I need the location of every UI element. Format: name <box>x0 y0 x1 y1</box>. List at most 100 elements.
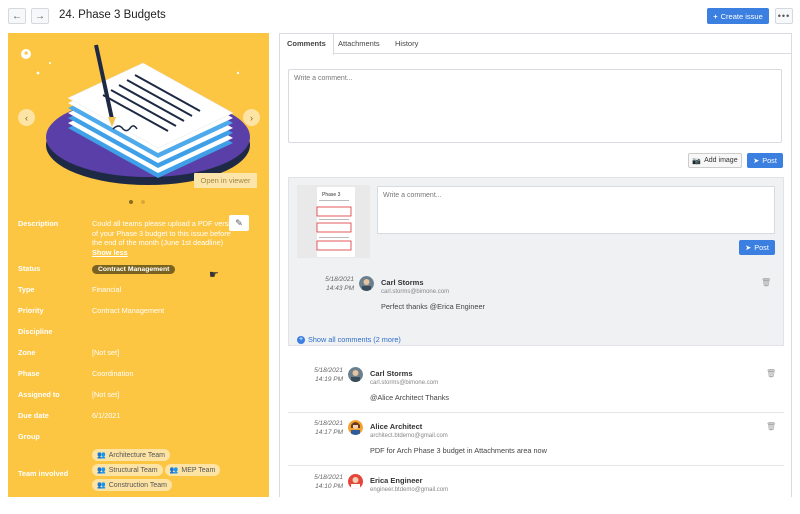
team-tag[interactable]: 👥 Architecture Team <box>92 449 171 461</box>
reply-post-button[interactable]: ➤ Post <box>739 240 775 255</box>
team-tags: 👥 Architecture Team 👥 Structural Team 👥 MEP… <box>92 449 252 494</box>
post-button[interactable]: ➤ Post <box>747 153 783 168</box>
due-date-value[interactable]: 6/1/2021 <box>92 411 120 420</box>
create-issue-button[interactable]: + Create issue <box>707 8 769 24</box>
hand-cursor-icon: ☛ <box>209 269 219 281</box>
divider <box>288 465 784 466</box>
comment-date: 5/18/2021 14:43 PM <box>299 276 354 293</box>
open-in-viewer-button[interactable]: Open in viewer <box>194 173 257 188</box>
comment-date-text: 5/18/2021 <box>314 420 343 427</box>
comment-time-text: 14:43 PM <box>326 284 354 292</box>
comment-item: 5/18/2021 14:19 PM Carl Storms carl.stor… <box>288 367 778 407</box>
status-value[interactable]: Contract Management <box>92 264 176 274</box>
comment-date: 5/18/2021 14:10 PM <box>288 474 343 491</box>
carousel-dots <box>129 200 145 204</box>
phase-label: Phase <box>18 369 40 378</box>
post-label: Post <box>754 243 769 252</box>
assigned-label: Assigned to <box>18 390 60 399</box>
page-title: 24. Phase 3 Budgets <box>59 9 166 21</box>
comment-email: carl.storms@bimone.com <box>381 289 450 295</box>
team-tag[interactable]: 👥 Construction Team <box>92 479 172 491</box>
description-value: Could all teams please upload a PDF vers… <box>92 219 242 257</box>
add-image-button[interactable]: 📷 Add image <box>688 153 742 168</box>
activity-tabs: Comments Attachments History <box>280 34 791 55</box>
trash-icon[interactable]: 🗑 <box>766 369 776 378</box>
description-text: Could all teams please upload a PDF vers… <box>92 219 242 248</box>
comment-thread: Phase 3 Write a comment... ➤ Post 5/18/2… <box>288 177 784 346</box>
team-tag[interactable]: 👥 Structural Team <box>92 464 163 476</box>
team-tag-label: Structural Team <box>108 466 158 474</box>
users-icon: 👥 <box>169 467 179 474</box>
comment-date-text: 5/18/2021 <box>325 276 354 283</box>
comment-date: 5/18/2021 14:19 PM <box>288 367 343 384</box>
priority-label: Priority <box>18 306 44 315</box>
carousel-prev-button[interactable]: ‹ <box>18 109 35 126</box>
phase-value[interactable]: Coordination <box>92 369 133 378</box>
team-tag-label: MEP Team <box>181 466 216 474</box>
show-less-link[interactable]: Show less <box>92 248 242 258</box>
comment-input[interactable]: Write a comment... <box>288 69 782 143</box>
plus-circle-icon: + <box>297 335 305 344</box>
create-issue-label: Create issue <box>720 11 763 21</box>
comment-text: PDF for Arch Phase 3 budget in Attachmen… <box>370 446 547 455</box>
carousel-next-button[interactable]: › <box>243 109 260 126</box>
send-icon: ➤ <box>745 243 752 252</box>
team-tag-label: Construction Team <box>108 481 167 489</box>
tab-attachments[interactable]: Attachments <box>331 34 387 54</box>
zone-value[interactable]: [Not set] <box>92 348 119 357</box>
comment-text: @Alice Architect Thanks <box>370 393 450 402</box>
comment-author: Erica Engineer <box>370 476 423 485</box>
group-label: Group <box>18 432 40 441</box>
users-icon: 👥 <box>97 482 106 489</box>
comment-date-text: 5/18/2021 <box>314 367 343 374</box>
arrow-right-icon: → <box>35 10 45 22</box>
send-icon: ➤ <box>753 156 760 165</box>
carousel-dot-active[interactable] <box>129 200 133 204</box>
users-icon: 👥 <box>97 467 106 474</box>
assigned-value[interactable]: [Not set] <box>92 390 119 399</box>
trash-icon[interactable]: 🗑 <box>761 278 771 287</box>
issue-image-preview: ■ ‹ › Open in viewer <box>8 33 269 193</box>
reply-input[interactable]: Write a comment... <box>377 186 775 234</box>
arrow-left-icon: ← <box>12 10 22 22</box>
add-image-label: Add image <box>704 157 738 164</box>
discipline-label: Discipline <box>18 327 53 336</box>
markup-thumbnail[interactable]: Phase 3 <box>297 185 370 258</box>
comment-email: engineer.btdemo@gmail.com <box>370 487 449 493</box>
back-button[interactable]: ← <box>8 8 26 24</box>
team-tag[interactable]: 👥 MEP Team <box>164 464 221 476</box>
comment-date: 5/18/2021 14:17 PM <box>288 420 343 437</box>
trash-icon[interactable]: 🗑 <box>766 422 776 431</box>
priority-value[interactable]: Contract Management <box>92 306 164 315</box>
carousel-dot[interactable] <box>141 200 145 204</box>
status-label: Status <box>18 264 41 273</box>
more-options-button[interactable]: ••• <box>775 8 793 24</box>
comment-email: architect.btdemo@gmail.com <box>370 433 448 439</box>
comment-time-text: 14:10 PM <box>315 482 343 490</box>
tab-history[interactable]: History <box>388 34 425 54</box>
avatar <box>348 474 363 489</box>
type-label: Type <box>18 285 35 294</box>
markup-thumbnail-image: Phase 3 <box>297 185 370 258</box>
chevron-right-icon: › <box>250 112 253 123</box>
type-value[interactable]: Financial <box>92 285 121 294</box>
avatar <box>359 276 374 291</box>
due-date-label: Due date <box>18 411 49 420</box>
thread-reply: 5/18/2021 14:43 PM Carl Storms carl.stor… <box>299 276 789 316</box>
forward-button[interactable]: → <box>31 8 49 24</box>
show-all-comments-link[interactable]: + Show all comments (2 more) <box>297 335 401 344</box>
comment-author: Alice Architect <box>370 422 423 431</box>
team-involved-label: Team involved <box>18 469 69 478</box>
comment-time-text: 14:17 PM <box>315 428 343 436</box>
camera-icon: 📷 <box>692 157 702 165</box>
pencil-icon: ✎ <box>235 217 243 228</box>
edit-description-button[interactable]: ✎ <box>229 215 249 231</box>
comment-author: Carl Storms <box>370 369 413 378</box>
issue-details-panel: ■ ‹ › Open in viewer Description Could a… <box>8 33 269 497</box>
comment-item: 5/18/2021 14:17 PM Alice Architect archi… <box>288 420 778 460</box>
comment-email: carl.storms@bimone.com <box>370 380 439 386</box>
tab-comments[interactable]: Comments <box>280 34 334 55</box>
comment-date-text: 5/18/2021 <box>314 474 343 481</box>
comment-item: 5/18/2021 14:10 PM Erica Engineer engine… <box>288 474 778 514</box>
chevron-left-icon: ‹ <box>25 112 28 123</box>
